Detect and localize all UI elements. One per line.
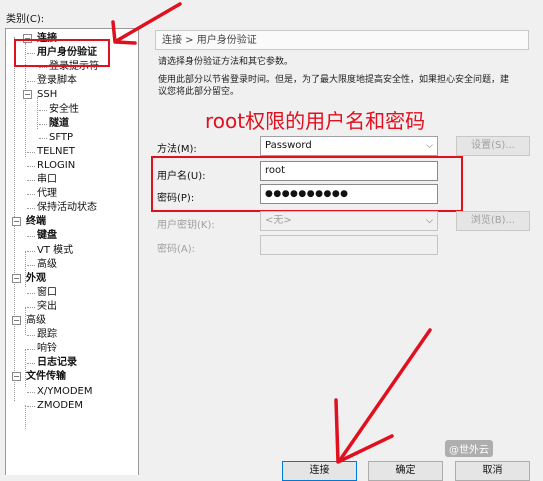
annotation-arrows [111, 2, 432, 464]
arrow-to-tree-shaft [116, 2, 182, 42]
